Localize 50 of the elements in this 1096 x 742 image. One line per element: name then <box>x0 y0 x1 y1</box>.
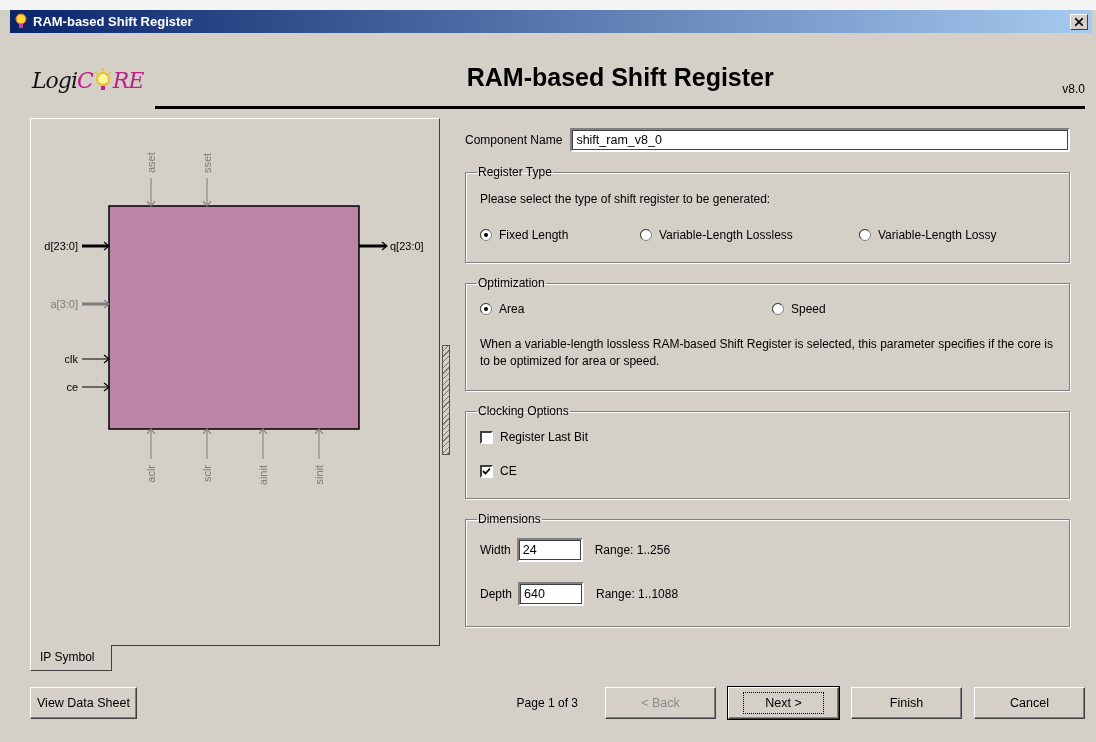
checkbox[interactable]: Register Last Bit <box>480 430 1055 444</box>
pin-label: sset <box>201 152 213 173</box>
field-label: Depth <box>480 587 513 601</box>
description-text: Please select the type of shift register to be generated: <box>480 191 772 208</box>
pin-label: sclr <box>201 465 213 483</box>
splitter-handle[interactable] <box>442 345 450 455</box>
wizard-button[interactable]: Next > <box>728 687 839 719</box>
pin-label: d[23:0] <box>44 240 78 252</box>
field-label: Width <box>480 543 511 557</box>
pin-label: ainit <box>257 465 269 486</box>
logo-text: C <box>77 68 93 93</box>
range-text: Range: 1..256 <box>594 543 671 557</box>
group-title: Register Type <box>477 165 553 179</box>
version-label: v8.0 <box>1062 82 1085 96</box>
input-field[interactable]: 24 <box>516 538 583 562</box>
pin-label: ce <box>66 381 78 393</box>
pin-label: aclr <box>145 465 157 483</box>
input-field[interactable]: 640 <box>518 582 585 606</box>
logo-text: Logi <box>32 68 77 93</box>
lightbulb-icon <box>92 67 113 93</box>
lightbulb-icon <box>14 13 28 30</box>
group-title: Clocking Options <box>477 404 570 418</box>
group-title: Optimization <box>477 276 546 290</box>
tab[interactable]: IP Symbol <box>30 645 113 671</box>
checkmark-icon <box>482 466 491 476</box>
logo-text: RE <box>112 68 144 93</box>
view-data-sheet-button[interactable]: View Data Sheet <box>30 687 137 719</box>
description-text: When a variable-length lossless RAM-based Shift Register is selected, this parameter specifies if the core is to be optimized for area or speed. <box>480 336 1054 370</box>
wizard-button[interactable]: Cancel <box>974 687 1085 719</box>
range-text: Range: 1..1088 <box>596 587 679 601</box>
close-icon <box>1075 17 1083 26</box>
pin-label: aset <box>145 152 157 173</box>
window-title: RAM-based Shift Register <box>33 14 193 29</box>
pin-label: q[23:0] <box>390 240 424 252</box>
radio-button[interactable]: Fixed Length <box>480 228 640 242</box>
wizard-button[interactable]: Finish <box>851 687 962 719</box>
radio-button[interactable]: Variable-Length Lossless <box>640 228 859 242</box>
group-title: Dimensions <box>477 512 542 526</box>
pin-label: a[3:0] <box>50 298 78 310</box>
radio-button[interactable]: Variable-Length Lossy <box>859 228 1055 242</box>
field-label: Component Name <box>465 133 563 147</box>
pin-label: clk <box>64 353 78 365</box>
page-indicator: Page 1 of 3 <box>516 696 578 710</box>
pin-label: sinit <box>313 465 325 485</box>
radio-button[interactable]: Area <box>480 302 772 316</box>
input-field[interactable]: shift_ram_v8_0 <box>570 128 1070 152</box>
radio-button[interactable]: Speed <box>772 302 1055 316</box>
close-button[interactable] <box>1070 13 1088 30</box>
checkbox[interactable]: CE <box>480 464 1055 478</box>
page-title: RAM-based Shift Register <box>466 63 774 93</box>
